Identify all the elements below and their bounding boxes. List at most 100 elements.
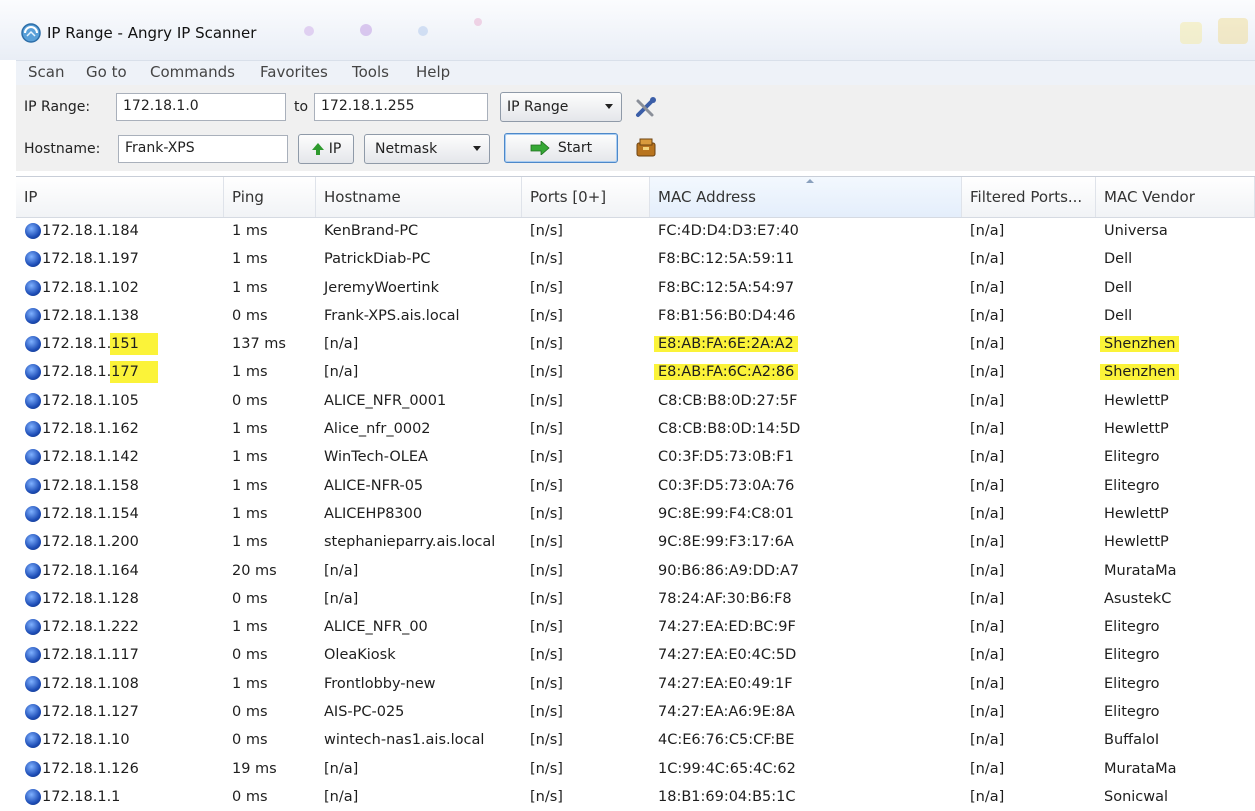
cell-ip: 172.18.1.127 — [16, 698, 139, 726]
cell-ip: 172.18.1.197 — [16, 245, 139, 273]
cell-ping-text: 1 ms — [232, 421, 268, 438]
cell-mac-vendor: Elitegro — [1104, 698, 1160, 726]
table-row[interactable]: 172.18.1.184 1 ms KenBrand-PC [n/s] FC:4D:D4… — [16, 217, 1255, 245]
cell-hostname: [n/a] — [324, 585, 358, 613]
table-row[interactable]: 172.18.1.177 1 ms [n/a] [n/s] E8:AB:FA:6C:A2… — [16, 358, 1255, 386]
cell-ping-text: 137 ms — [232, 336, 286, 353]
fetchers-icon[interactable] — [634, 135, 658, 159]
cell-filtered-ports-text: [n/a] — [970, 732, 1005, 749]
cell-mac-address: 9C:8E:99:F3:17:6A — [658, 528, 794, 556]
cell-ping: 0 ms — [232, 698, 268, 726]
cell-ping: 1 ms — [232, 472, 268, 500]
table-row[interactable]: 172.18.1.197 1 ms PatrickDiab-PC [n/s] F8:BC… — [16, 245, 1255, 273]
table-row[interactable]: 172.18.1.128 0 ms [n/a] [n/s] 78:24:AF:30:B6… — [16, 585, 1255, 613]
cell-hostname-text: AIS-PC-025 — [324, 704, 405, 721]
cell-hostname-text: Frontlobby-new — [324, 675, 436, 692]
host-alive-icon — [25, 732, 41, 749]
table-row[interactable]: 172.18.1.10 0 ms wintech-nas1.ais.local [n/… — [16, 726, 1255, 754]
column-header-ping[interactable]: Ping — [224, 177, 316, 217]
cell-hostname-text: [n/a] — [324, 562, 359, 579]
cell-mac-vendor: AsustekC — [1104, 585, 1171, 613]
column-header-ports[interactable]: Ports [0+] — [522, 177, 650, 217]
menu-goto[interactable]: Go to — [86, 63, 127, 81]
table-row[interactable]: 172.18.1.158 1 ms ALICE-NFR-05 [n/s] C0:3F:D… — [16, 472, 1255, 500]
cell-mac-address: 74:27:EA:E0:49:1F — [658, 670, 793, 698]
ip-range-start-field[interactable]: 172.18.1.0 — [116, 93, 286, 121]
cell-ports: [n/s] — [530, 585, 563, 613]
host-alive-icon — [25, 477, 41, 494]
cell-mac-vendor: Sonicwal — [1104, 783, 1168, 811]
cell-ping-text: 0 ms — [232, 704, 268, 721]
menu-favorites[interactable]: Favorites — [260, 63, 328, 81]
cell-mac-address: C0:3F:D5:73:0A:76 — [658, 472, 794, 500]
cell-hostname-text: ALICE-NFR-05 — [324, 477, 424, 494]
host-alive-icon — [25, 392, 41, 409]
cell-filtered-ports-text: [n/a] — [970, 223, 1005, 239]
cell-mac-vendor-text: Elitegro — [1104, 704, 1160, 721]
cell-ip: 172.18.1.126 — [16, 755, 139, 783]
cell-filtered-ports: [n/a] — [970, 443, 1004, 471]
cell-mac-vendor-text: Dell — [1104, 307, 1133, 324]
cell-ip: 172.18.1.142 — [16, 443, 139, 471]
cell-filtered-ports-text: [n/a] — [970, 421, 1005, 438]
cell-ports-text: [n/s] — [530, 505, 563, 522]
host-alive-icon — [25, 223, 41, 239]
menu-tools[interactable]: Tools — [352, 63, 389, 81]
table-row[interactable]: 172.18.1.102 1 ms JeremyWoertink [n/s] F8:BC… — [16, 274, 1255, 302]
ip-lookup-button[interactable]: IP — [298, 134, 354, 164]
cell-ip-text: 172.18.1.154 — [42, 505, 139, 522]
column-header-hostname[interactable]: Hostname — [316, 177, 522, 217]
cell-filtered-ports-text: [n/a] — [970, 505, 1005, 522]
table-row[interactable]: 172.18.1.154 1 ms ALICEHP8300 [n/s] 9C:8E:99… — [16, 500, 1255, 528]
table-row[interactable]: 172.18.1.222 1 ms ALICE_NFR_00 [n/s] 74:27:E… — [16, 613, 1255, 641]
preferences-tools-icon[interactable] — [634, 95, 658, 119]
table-row[interactable]: 172.18.1.151 137 ms [n/a] [n/s] E8:AB:FA:6E:… — [16, 330, 1255, 358]
cell-ip-text: 172.18.1.162 — [42, 421, 139, 438]
column-header-ip[interactable]: IP — [16, 177, 224, 217]
cell-ports-text: [n/s] — [530, 477, 563, 494]
cell-ip-text: 172.18.1.105 — [42, 392, 139, 409]
cell-ip-text: 172.18.1.222 — [42, 619, 139, 636]
start-button-label: Start — [557, 140, 593, 156]
table-row[interactable]: 172.18.1.105 0 ms ALICE_NFR_0001 [n/s] C8:CB… — [16, 387, 1255, 415]
menu-scan[interactable]: Scan — [28, 63, 64, 81]
host-alive-icon — [25, 675, 41, 692]
table-row[interactable]: 172.18.1.164 20 ms [n/a] [n/s] 90:B6:86:A9:D… — [16, 557, 1255, 585]
table-row[interactable]: 172.18.1.127 0 ms AIS-PC-025 [n/s] 74:27:EA:… — [16, 698, 1255, 726]
cell-ports-text: [n/s] — [530, 392, 563, 409]
cell-mac-address-text: 74:27:EA:E0:49:1F — [658, 675, 793, 692]
cell-mac-vendor: Elitegro — [1104, 443, 1160, 471]
netmask-select[interactable]: Netmask — [364, 134, 490, 164]
cell-hostname-text: [n/a] — [324, 788, 359, 805]
cell-mac-address: F8:B1:56:B0:D4:46 — [658, 302, 796, 330]
cell-filtered-ports: [n/a] — [970, 726, 1004, 754]
cell-mac-vendor-text: HewlettP — [1104, 534, 1169, 551]
cell-ip-text: 172.18.1.197 — [42, 251, 139, 268]
cell-mac-address-text: C0:3F:D5:73:0B:F1 — [658, 449, 794, 466]
start-button[interactable]: Start — [504, 133, 618, 163]
table-row[interactable]: 172.18.1.1 0 ms [n/a] [n/s] 18:B1:69:04:B5:1… — [16, 783, 1255, 811]
feeder-select[interactable]: IP Range — [500, 92, 622, 122]
cell-ports: [n/s] — [530, 726, 563, 754]
cell-ip: 172.18.1.200 — [16, 528, 139, 556]
table-row[interactable]: 172.18.1.117 0 ms OleaKiosk [n/s] 74:27:EA:E… — [16, 641, 1255, 669]
column-header-mac-vendor[interactable]: MAC Vendor — [1096, 177, 1255, 217]
cell-filtered-ports-text: [n/a] — [970, 279, 1005, 296]
menu-help[interactable]: Help — [416, 63, 450, 81]
table-row[interactable]: 172.18.1.138 0 ms Frank-XPS.ais.local [n/s]… — [16, 302, 1255, 330]
ip-range-end-field[interactable]: 172.18.1.255 — [314, 93, 488, 121]
blurred-decoration — [360, 24, 372, 36]
menu-commands[interactable]: Commands — [150, 63, 235, 81]
table-row[interactable]: 172.18.1.142 1 ms WinTech-OLEA [n/s] C0:3F:D… — [16, 443, 1255, 471]
window-title: IP Range - Angry IP Scanner — [47, 24, 257, 42]
table-row[interactable]: 172.18.1.200 1 ms stephanieparry.ais.local… — [16, 528, 1255, 556]
hostname-field[interactable]: Frank-XPS — [118, 135, 288, 163]
cell-hostname-text: Frank-XPS.ais.local — [324, 307, 460, 324]
column-header-filtered-ports[interactable]: Filtered Ports... — [962, 177, 1096, 217]
table-row[interactable]: 172.18.1.108 1 ms Frontlobby-new [n/s] 74:27… — [16, 670, 1255, 698]
cell-ports: [n/s] — [530, 245, 563, 273]
column-header-mac-address[interactable]: MAC Address — [650, 177, 962, 217]
table-row[interactable]: 172.18.1.126 19 ms [n/a] [n/s] 1C:99:4C:65:4… — [16, 755, 1255, 783]
cell-filtered-ports: [n/a] — [970, 613, 1004, 641]
table-row[interactable]: 172.18.1.162 1 ms Alice_nfr_0002 [n/s] C8:CB… — [16, 415, 1255, 443]
